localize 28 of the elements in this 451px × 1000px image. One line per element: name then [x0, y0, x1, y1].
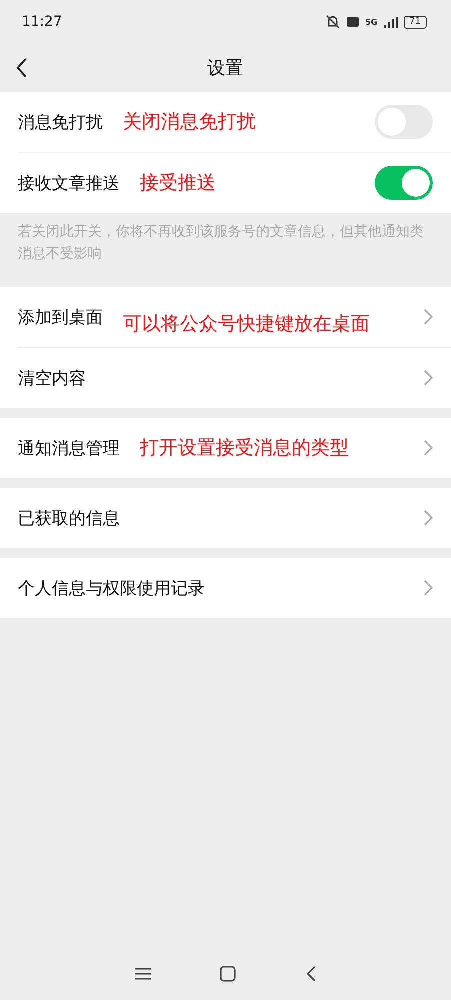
- status-time: 11:27: [22, 14, 62, 30]
- chevron-right-icon: [424, 440, 433, 456]
- chevron-right-icon: [424, 309, 433, 325]
- network-type: 5G: [365, 18, 378, 26]
- annotation-text: 接受推送: [140, 171, 216, 196]
- setting-label[interactable]: 消息免打扰: [18, 110, 103, 134]
- setting-label[interactable]: 清空内容: [18, 366, 86, 390]
- chevron-right-icon: [424, 510, 433, 526]
- annotation-text: 可以将公众号快捷键放在桌面: [123, 312, 370, 337]
- setting-label[interactable]: 接收文章推送: [18, 172, 120, 194]
- setting-label[interactable]: 添加到桌面: [18, 306, 103, 328]
- back-icon[interactable]: [306, 966, 316, 982]
- toggle-switch[interactable]: [375, 166, 433, 200]
- chevron-left-icon: [16, 58, 28, 78]
- home-icon[interactable]: [220, 966, 236, 982]
- annotation-text: 打开设置接受消息的类型: [140, 436, 349, 461]
- battery-level: 71: [404, 16, 427, 28]
- menu-icon[interactable]: [134, 968, 151, 980]
- setting-label[interactable]: 已获取的信息: [18, 506, 120, 530]
- chevron-right-icon: [424, 580, 433, 596]
- setting-label[interactable]: 通知消息管理: [18, 436, 120, 460]
- note-text: 若关闭此开关，你将不再收到该服务号的文章信息，但其他通知类消息不受影响: [17, 223, 425, 264]
- page-title: 设置: [208, 57, 244, 80]
- signal-icon: [384, 16, 398, 28]
- chevron-right-icon: [424, 370, 433, 386]
- setting-label[interactable]: 个人信息与权限使用记录: [18, 576, 205, 600]
- bell-muted-icon: [325, 15, 342, 29]
- annotation-text: 关闭消息免打扰: [123, 110, 256, 135]
